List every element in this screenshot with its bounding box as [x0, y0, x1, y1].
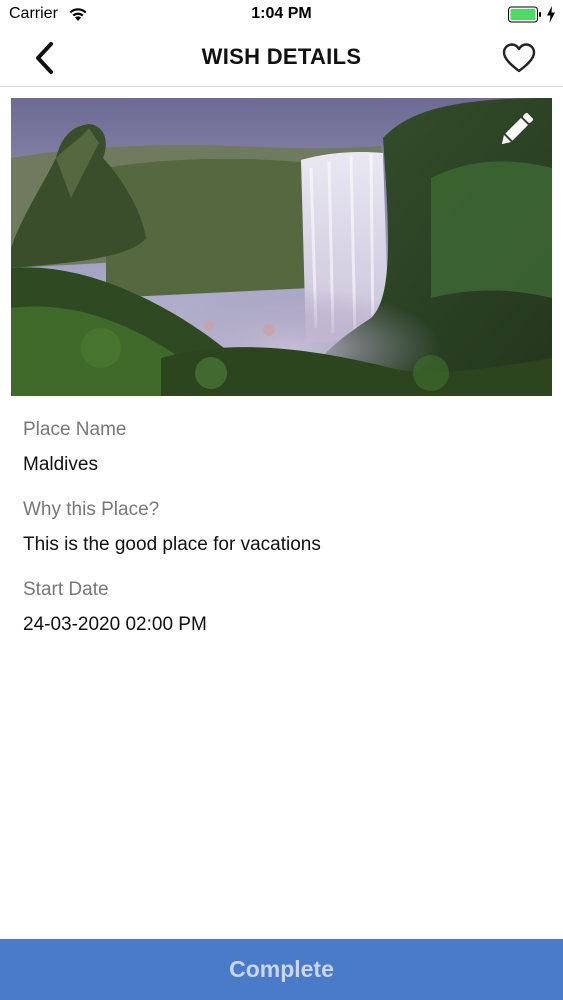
- place-name-value: Maldives: [23, 454, 98, 475]
- heart-outline-icon: [502, 43, 536, 73]
- reason-label: Why this Place?: [23, 499, 160, 520]
- field-start-date: Start Date 24-03-2020 02:00 PM: [23, 578, 543, 637]
- reason-value: This is the good place for vacations: [23, 534, 321, 555]
- battery-icon: [508, 6, 541, 23]
- start-date-label: Start Date: [23, 579, 109, 600]
- waterfall-landscape-image: [11, 98, 552, 396]
- wish-details-list: Place Name Maldives Why this Place? This…: [23, 418, 543, 658]
- complete-button[interactable]: Complete: [0, 939, 563, 1000]
- charging-bolt-icon: [547, 6, 555, 23]
- navigation-bar: WISH DETAILS: [0, 30, 563, 87]
- place-photo: [11, 98, 552, 396]
- place-name-label: Place Name: [23, 419, 127, 440]
- page-title: WISH DETAILS: [201, 44, 362, 69]
- status-time: 1:04 PM: [251, 5, 312, 22]
- status-bar: Carrier 1:04 PM: [0, 0, 563, 30]
- field-place-name: Place Name Maldives: [23, 418, 543, 477]
- start-date-value: 24-03-2020 02:00 PM: [23, 614, 207, 635]
- pencil-icon: [501, 112, 534, 145]
- complete-button-label: Complete: [229, 956, 334, 982]
- field-reason: Why this Place? This is the good place f…: [23, 498, 543, 557]
- edit-photo-button[interactable]: [492, 106, 540, 154]
- favorite-button[interactable]: [498, 38, 540, 78]
